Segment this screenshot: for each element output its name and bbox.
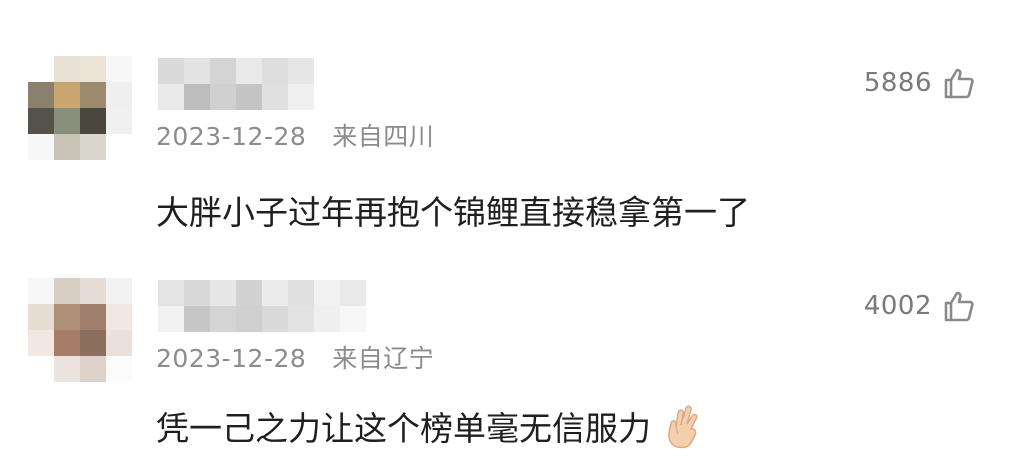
comment-location: 来自四川 [332, 122, 435, 151]
crossed-fingers-emoji [665, 405, 703, 457]
like-count: 4002 [863, 291, 932, 321]
like-button[interactable]: 5886 [864, 66, 976, 100]
comment-meta: 2023-12-28 来自四川 [156, 117, 434, 153]
username-blurred-row2 [158, 306, 366, 332]
like-button[interactable]: 4002 [864, 289, 976, 323]
comment-text: 大胖小子过年再抱个锦鲤直接稳拿第一了 [156, 193, 750, 232]
comment-date: 2023-12-28 [156, 344, 307, 373]
avatar[interactable] [28, 278, 132, 382]
comment-text: 凭一己之力让这个榜单毫无信服力 [156, 409, 651, 448]
comments-screen: 5886 2023-12-28 来自四川 大胖小子过年再抱个锦鲤直接稳拿第一了 [0, 0, 1024, 470]
thumbs-up-outline-icon[interactable] [942, 66, 976, 100]
username-blurred-row2 [158, 84, 314, 110]
avatar[interactable] [28, 56, 132, 160]
comment-text-row: 凭一己之力让这个榜单毫无信服力 [156, 402, 703, 457]
comment-date: 2023-12-28 [156, 122, 307, 151]
like-count: 5886 [863, 68, 932, 98]
thumbs-up-outline-icon[interactable] [942, 289, 976, 323]
comment-meta: 2023-12-28 来自辽宁 [156, 339, 434, 375]
comment-location: 来自辽宁 [332, 344, 435, 373]
